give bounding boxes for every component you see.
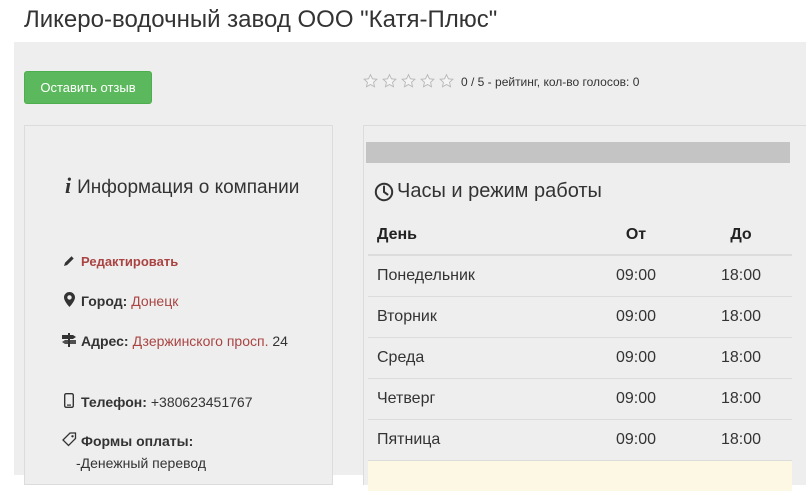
phone-label: Телефон:	[81, 394, 147, 410]
column-header-day: День	[368, 215, 582, 256]
from-cell: 09:00	[582, 419, 690, 461]
city-link[interactable]: Донецк	[131, 293, 178, 309]
day-cell: Вторник	[368, 296, 582, 338]
table-row: Четверг 09:00 18:00	[368, 378, 792, 420]
star-2-icon[interactable]	[381, 73, 400, 91]
day-cell: Четверг	[368, 378, 582, 420]
payment-row: Формы оплаты: -Денежный перевод	[61, 431, 301, 474]
star-1-icon[interactable]	[362, 73, 381, 91]
edit-link[interactable]: Редактировать	[81, 254, 178, 269]
city-row: Город: Донецк	[61, 291, 301, 313]
company-info-card: i Информация о компании Редактировать Гор…	[24, 125, 333, 485]
payment-label: Формы оплаты:	[81, 433, 194, 449]
day-cell: Среда	[368, 337, 582, 379]
from-cell: 09:00	[582, 337, 690, 379]
from-cell: 09:00	[582, 296, 690, 338]
road-sign-icon	[61, 332, 77, 353]
table-row: Среда 09:00 18:00	[368, 337, 792, 379]
day-cell: Понедельник	[368, 255, 582, 297]
rating-text: 0 / 5 - рейтинг, кол-во голосов: 0	[461, 75, 640, 89]
clock-icon	[374, 182, 394, 201]
address-number: 24	[272, 333, 288, 349]
tag-icon	[61, 432, 77, 453]
to-cell: 18:00	[690, 378, 792, 420]
phone-value: +380623451767	[150, 394, 253, 410]
to-cell: 18:00	[690, 419, 792, 461]
payment-value: -Денежный перевод	[76, 454, 207, 471]
city-label: Город:	[81, 293, 128, 309]
star-3-icon[interactable]	[400, 73, 419, 91]
day-cell: Пятница	[368, 419, 582, 461]
from-cell: 09:00	[582, 255, 690, 297]
working-hours-card: Часы и режим работы День От До Понедельн…	[363, 125, 806, 491]
phone-row: Телефон: +380623451767	[61, 392, 301, 414]
column-header-from: От	[582, 215, 690, 256]
working-hours-title-text: Часы и режим работы	[397, 180, 602, 202]
address-row: Адрес: Дзержинского просп. 24	[61, 331, 301, 353]
highlight-row-strip	[368, 461, 792, 491]
star-4-icon[interactable]	[419, 73, 438, 91]
page-title: Ликеро-водочный завод ООО "Катя-Плюс"	[24, 6, 498, 33]
map-marker-icon	[61, 291, 77, 313]
table-header-row: День От До	[368, 215, 792, 256]
column-header-to: До	[690, 215, 792, 256]
pencil-icon	[61, 252, 77, 273]
address-link[interactable]: Дзержинского просп.	[133, 333, 269, 349]
company-info-title: i Информация о компании	[61, 174, 301, 199]
address-label: Адрес:	[81, 333, 129, 349]
phone-icon	[61, 392, 77, 414]
working-hours-table: День От До Понедельник 09:00 18:00 Вторн…	[368, 215, 792, 461]
star-5-icon[interactable]	[438, 73, 457, 91]
working-hours-title: Часы и режим работы	[374, 180, 602, 203]
rating-stars	[362, 73, 457, 91]
leave-review-button[interactable]: Оставить отзыв	[24, 71, 152, 104]
table-row: Вторник 09:00 18:00	[368, 296, 792, 338]
from-cell: 09:00	[582, 378, 690, 420]
rating-widget: 0 / 5 - рейтинг, кол-во голосов: 0	[362, 73, 639, 91]
table-row: Понедельник 09:00 18:00	[368, 255, 792, 297]
to-cell: 18:00	[690, 296, 792, 338]
map-placeholder-bar	[366, 142, 790, 163]
to-cell: 18:00	[690, 337, 792, 379]
company-info-title-text: Информация о компании	[77, 177, 300, 198]
info-icon: i	[65, 173, 72, 198]
edit-row: Редактировать	[61, 251, 301, 273]
table-row: Пятница 09:00 18:00	[368, 419, 792, 461]
to-cell: 18:00	[690, 255, 792, 297]
